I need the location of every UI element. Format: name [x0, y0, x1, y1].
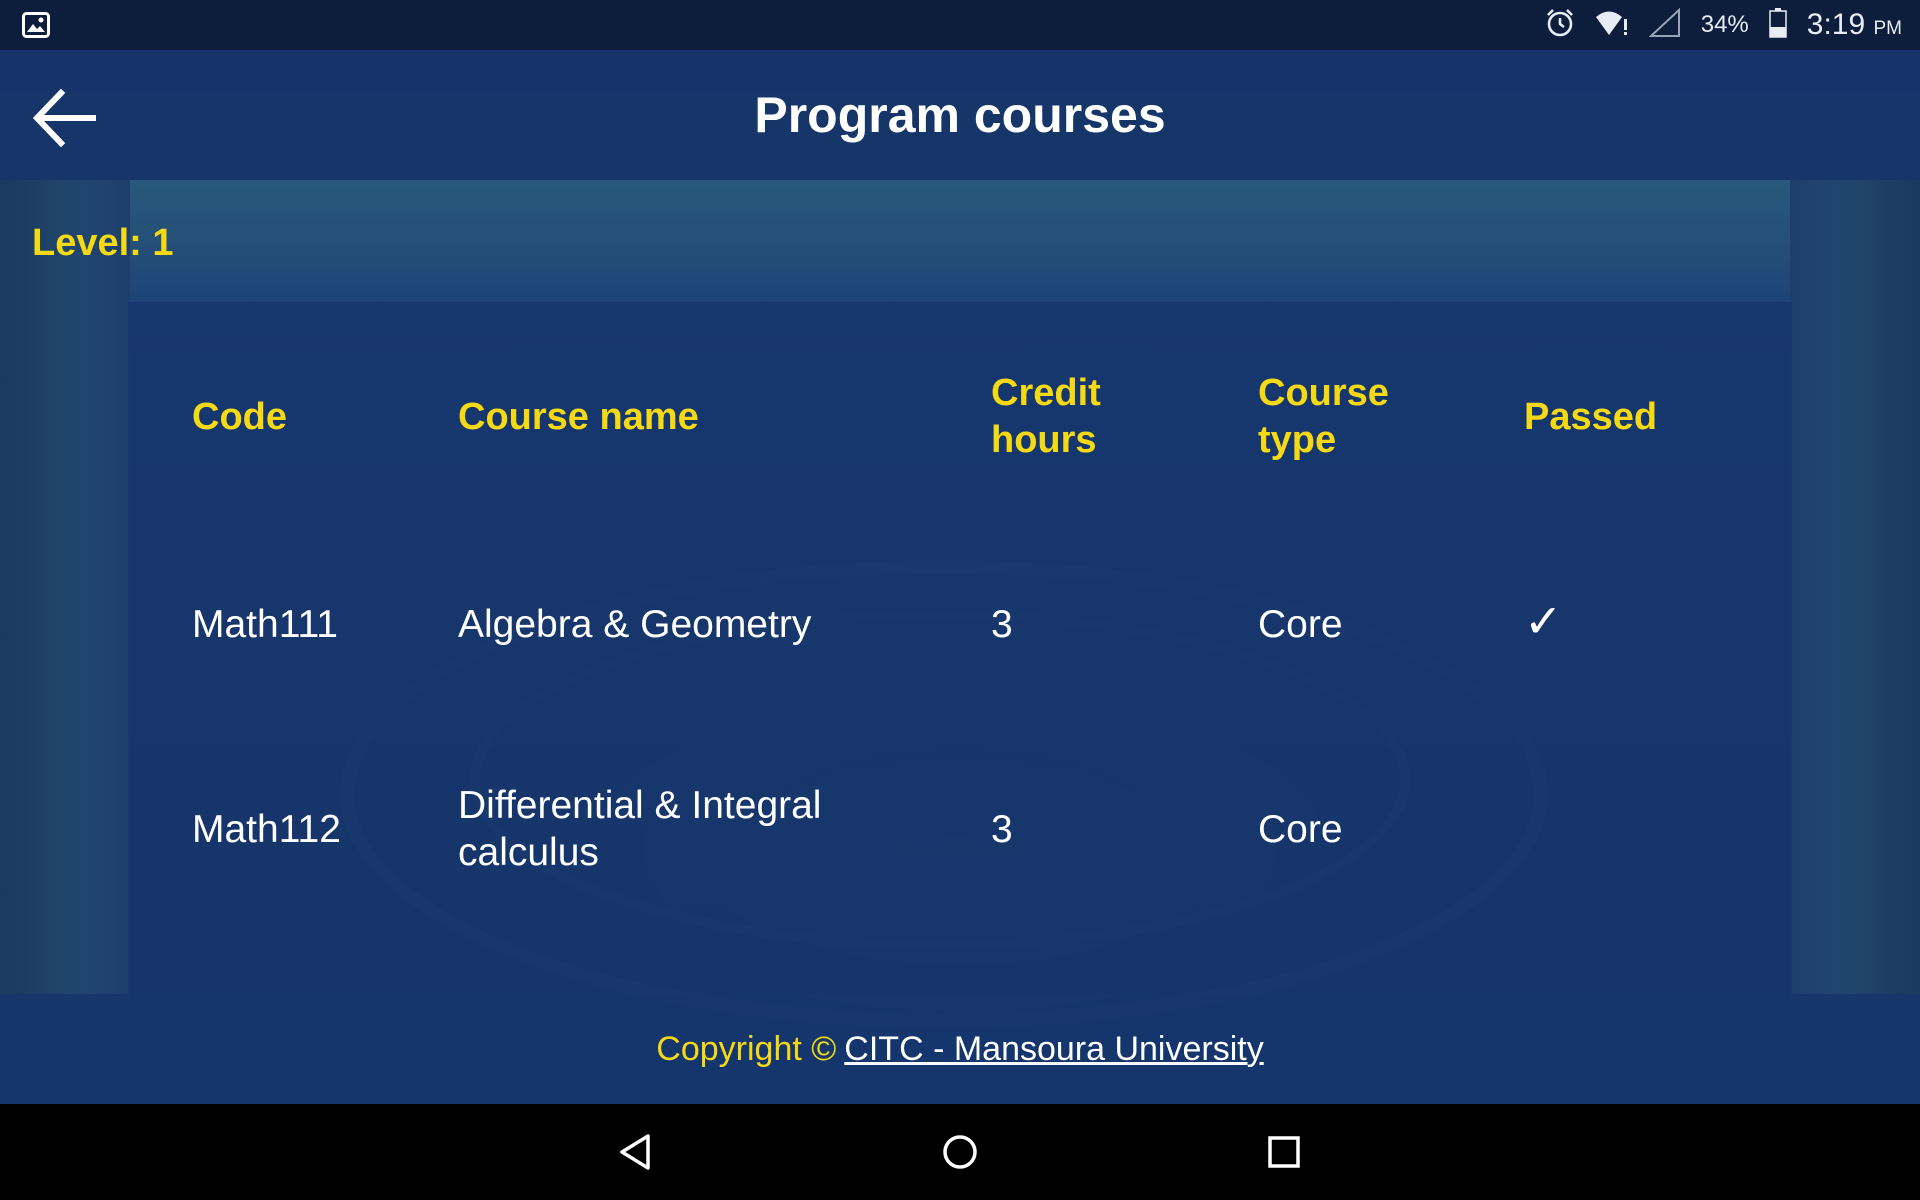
page-title: Program courses — [754, 87, 1166, 143]
circle-home-icon — [943, 1135, 977, 1169]
citc-link[interactable]: CITC - Mansoura University — [844, 1030, 1263, 1069]
image-icon — [22, 12, 50, 43]
battery-percent: 34% — [1700, 11, 1749, 38]
cell-credit-hours: 3 — [991, 808, 1013, 851]
system-nav-bar — [0, 1104, 1920, 1200]
background-right — [1790, 180, 1920, 1000]
clock: 3:19 PM — [1806, 8, 1902, 41]
square-recents-icon — [1268, 1136, 1300, 1168]
footer: Copyright © CITC - Mansoura University — [0, 994, 1920, 1104]
header-credit-hours: Credit hours — [991, 372, 1101, 461]
back-button[interactable] — [26, 80, 102, 156]
copyright-text: Copyright © — [656, 1029, 837, 1068]
header-course-type: Course type — [1258, 372, 1389, 461]
cell-course-type: Core — [1258, 808, 1343, 851]
cell-code: Math112 — [192, 808, 341, 851]
header-code: Code — [192, 396, 287, 438]
arrow-left-icon — [32, 88, 96, 148]
app-bar: Program courses — [0, 50, 1920, 180]
nav-recents-button[interactable] — [1258, 1126, 1310, 1178]
cell-course-type: Core — [1258, 603, 1343, 646]
header-course-name: Course name — [458, 396, 699, 438]
nav-back-button[interactable] — [610, 1126, 662, 1178]
check-icon: ✓ — [1524, 595, 1563, 647]
background-trees — [0, 180, 1920, 300]
background-left — [0, 180, 130, 1000]
triangle-back-icon — [620, 1134, 650, 1170]
wifi-icon — [1595, 9, 1629, 42]
cell-credit-hours: 3 — [991, 603, 1013, 646]
header-passed: Passed — [1524, 396, 1658, 438]
level-label: Level: 1 — [32, 222, 174, 264]
cell-course-name: Algebra & Geometry — [458, 603, 812, 646]
status-bar: 34% 3:19 PM — [0, 0, 1920, 50]
courses-table: Code Course name Credit hours Course typ… — [128, 302, 1792, 994]
nav-home-button[interactable] — [934, 1126, 986, 1178]
signal-icon — [1648, 7, 1681, 43]
battery-icon — [1769, 7, 1787, 43]
alarm-icon — [1545, 8, 1575, 43]
cell-code: Math111 — [192, 603, 338, 646]
cell-course-name: Differential & Integral calculus — [458, 784, 822, 874]
